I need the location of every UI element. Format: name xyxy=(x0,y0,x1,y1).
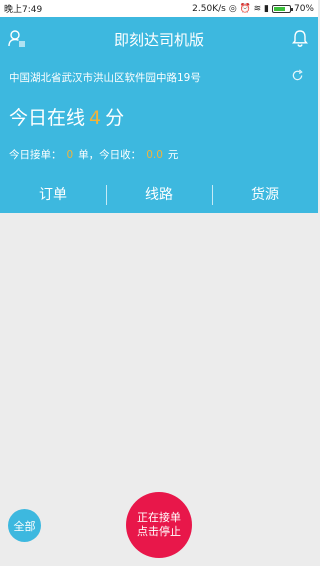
status-right: 2.50K/s ◎ ⏰ ≋ ▮ 70% xyxy=(192,4,314,14)
tab-bar: 订单 线路 货源 xyxy=(0,176,318,212)
online-value: 4 xyxy=(89,107,102,129)
battery-percent: 70% xyxy=(293,3,314,14)
status-icons: ◎ ⏰ ≋ ▮ xyxy=(228,3,269,14)
current-address: 中国湖北省武汉市洪山区软件园中路19号 xyxy=(9,72,201,84)
status-time: 晚上7:49 xyxy=(4,5,43,15)
online-label: 今日在线 xyxy=(9,107,86,129)
battery-icon xyxy=(271,4,293,13)
bell-icon[interactable] xyxy=(292,29,308,47)
refresh-icon[interactable] xyxy=(291,69,304,82)
income-unit: 元 xyxy=(167,149,179,161)
tab-cargo[interactable]: 货源 xyxy=(212,184,318,205)
page-title: 即刻达司机版 xyxy=(113,31,204,49)
network-speed: 2.50K/s xyxy=(192,3,226,14)
tab-routes[interactable]: 线路 xyxy=(106,184,212,205)
battery-fill xyxy=(273,6,285,11)
online-unit: 分 xyxy=(105,107,125,129)
orders-label: 今日接单： xyxy=(9,149,62,161)
tab-orders[interactable]: 订单 xyxy=(0,184,106,204)
stop-button-line1: 正在接单 xyxy=(137,511,181,524)
stop-accepting-button[interactable]: 正在接单 点击停止 xyxy=(126,492,192,558)
all-button[interactable]: 全部 xyxy=(8,509,41,542)
top-bar: 即刻达司机版 xyxy=(0,17,318,59)
stop-button-line2: 点击停止 xyxy=(137,525,181,538)
today-stats: 今日接单： 0 单，今日收： 0.0 元 xyxy=(9,147,178,162)
status-bar: 晚上7:49 2.50K/s ◎ ⏰ ≋ ▮ 70% xyxy=(0,0,318,17)
header-panel: 即刻达司机版 中国湖北省武汉市洪山区软件园中路19号 今日在线 4 分 今日接单： 0… xyxy=(0,17,318,213)
orders-unit: 单，今日收： xyxy=(78,149,142,161)
online-time: 今日在线 4 分 xyxy=(9,103,124,130)
income-value: 0.0 xyxy=(146,149,163,161)
orders-value: 0 xyxy=(66,149,74,161)
